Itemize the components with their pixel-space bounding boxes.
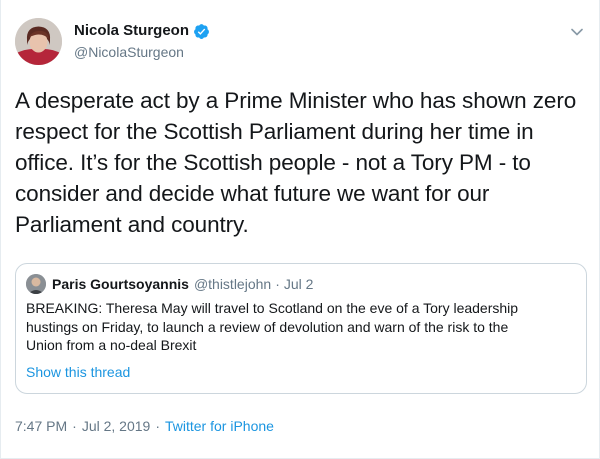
- author-name-row: Nicola Sturgeon: [74, 21, 210, 41]
- tweet-card: Nicola Sturgeon @NicolaSturgeon A desper…: [0, 0, 600, 459]
- quoted-tweet-text: BREAKING: Theresa May will travel to Sco…: [26, 300, 519, 353]
- avatar-image: [15, 18, 62, 65]
- show-thread-link[interactable]: Show this thread: [26, 363, 130, 381]
- verified-badge-icon: [193, 23, 210, 40]
- chevron-down-icon[interactable]: [569, 24, 585, 40]
- quoted-author-name: Paris Gourtsoyannis: [52, 276, 189, 292]
- author-avatar[interactable]: [15, 18, 62, 65]
- author-display-name[interactable]: Nicola Sturgeon: [74, 21, 189, 41]
- quoted-date: Jul 2: [283, 276, 314, 292]
- tweet-time[interactable]: 7:47 PM: [15, 418, 67, 434]
- meta-separator: ·: [155, 418, 160, 434]
- author-handle[interactable]: @NicolaSturgeon: [74, 42, 210, 62]
- quoted-separator: ·: [275, 276, 280, 292]
- meta-separator: ·: [72, 418, 77, 434]
- tweet-metadata: 7:47 PM · Jul 2, 2019 · Twitter for iPho…: [15, 418, 274, 434]
- quoted-tweet[interactable]: Paris Gourtsoyannis @thistlejohn · Jul 2…: [15, 263, 587, 394]
- quoted-author-avatar: [26, 274, 46, 294]
- quoted-author-handle: @thistlejohn: [193, 276, 272, 292]
- tweet-date[interactable]: Jul 2, 2019: [82, 418, 151, 434]
- tweet-text: A desperate act by a Prime Minister who …: [15, 88, 577, 237]
- author-info: Nicola Sturgeon @NicolaSturgeon: [74, 21, 210, 62]
- tweet-source-link[interactable]: Twitter for iPhone: [165, 418, 274, 434]
- quoted-tweet-header: Paris Gourtsoyannis @thistlejohn · Jul 2: [26, 274, 313, 294]
